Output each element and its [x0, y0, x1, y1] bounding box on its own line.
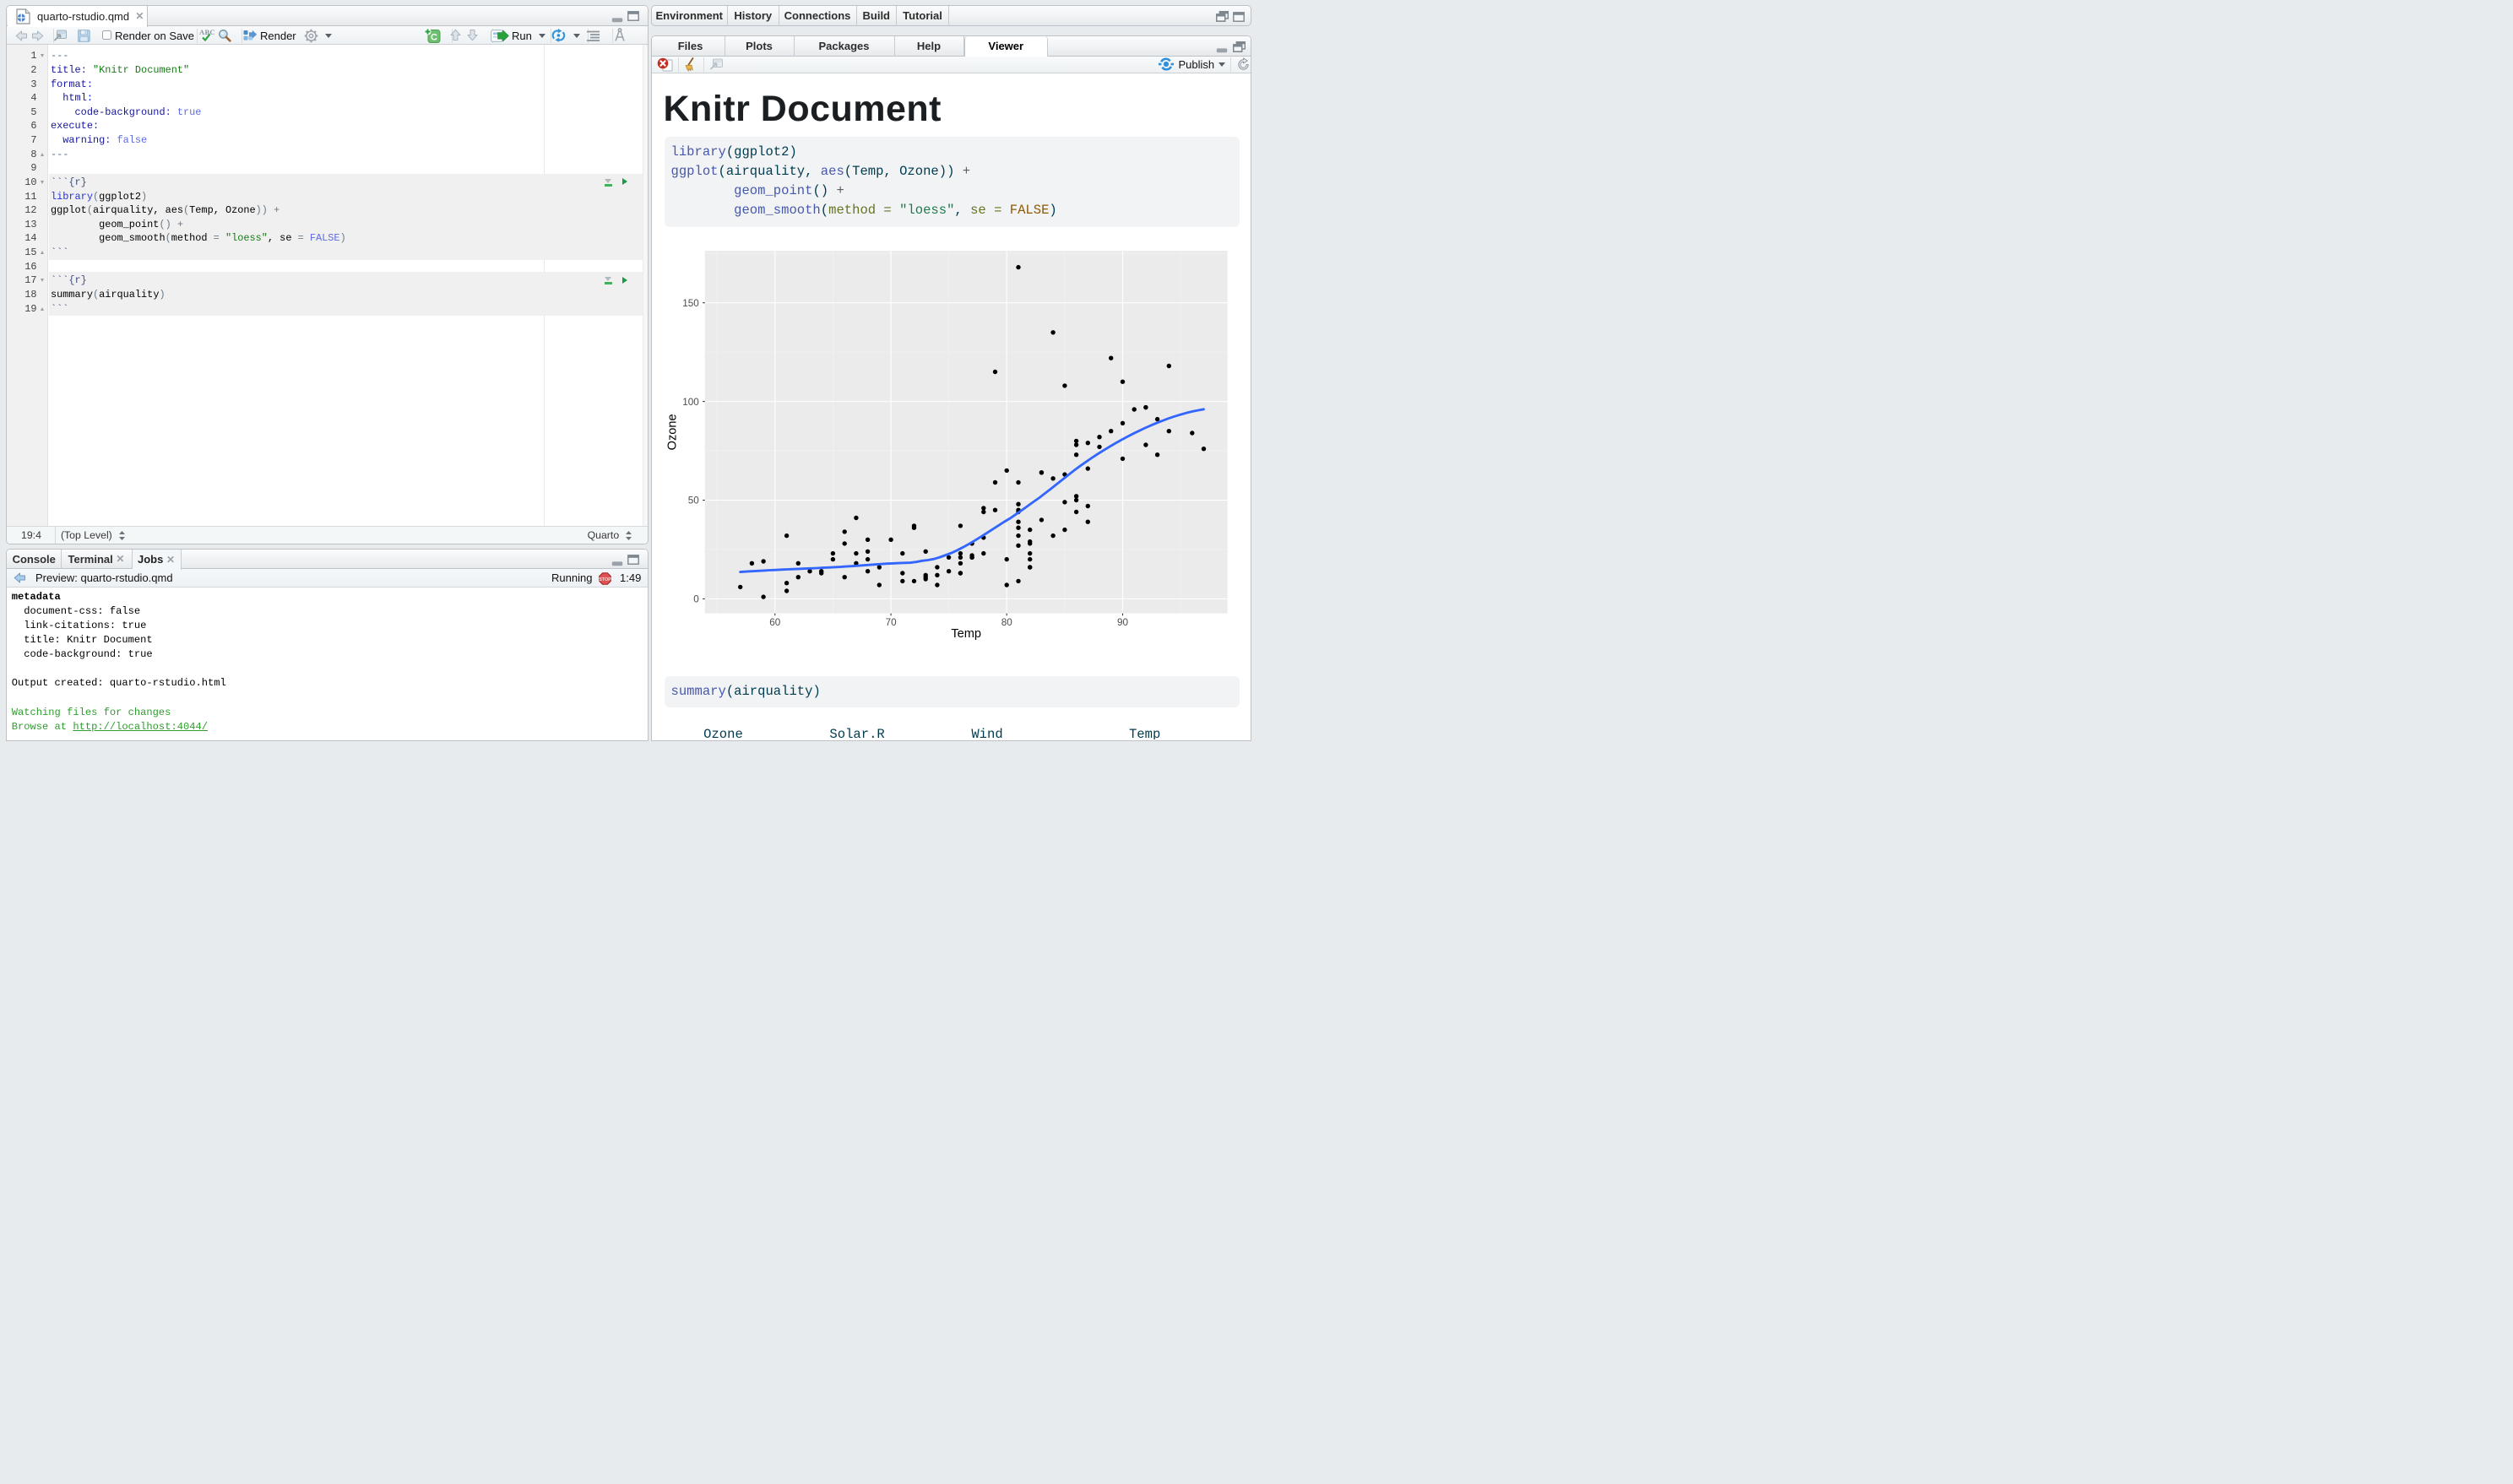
svg-text:50: 50 — [688, 496, 700, 506]
svg-text:Temp: Temp — [952, 627, 982, 641]
svg-text:STOP: STOP — [599, 577, 611, 582]
svg-text:80: 80 — [1001, 617, 1013, 628]
svg-text:Ozone: Ozone — [666, 414, 680, 451]
svg-text:90: 90 — [1117, 617, 1129, 628]
svg-text:C: C — [431, 32, 437, 42]
svg-text:60: 60 — [770, 617, 782, 628]
svg-text:150: 150 — [683, 298, 700, 309]
svg-text:70: 70 — [886, 617, 898, 628]
svg-text:ABC: ABC — [199, 28, 215, 36]
svg-text:0: 0 — [694, 594, 700, 605]
svg-text:100: 100 — [683, 397, 700, 408]
